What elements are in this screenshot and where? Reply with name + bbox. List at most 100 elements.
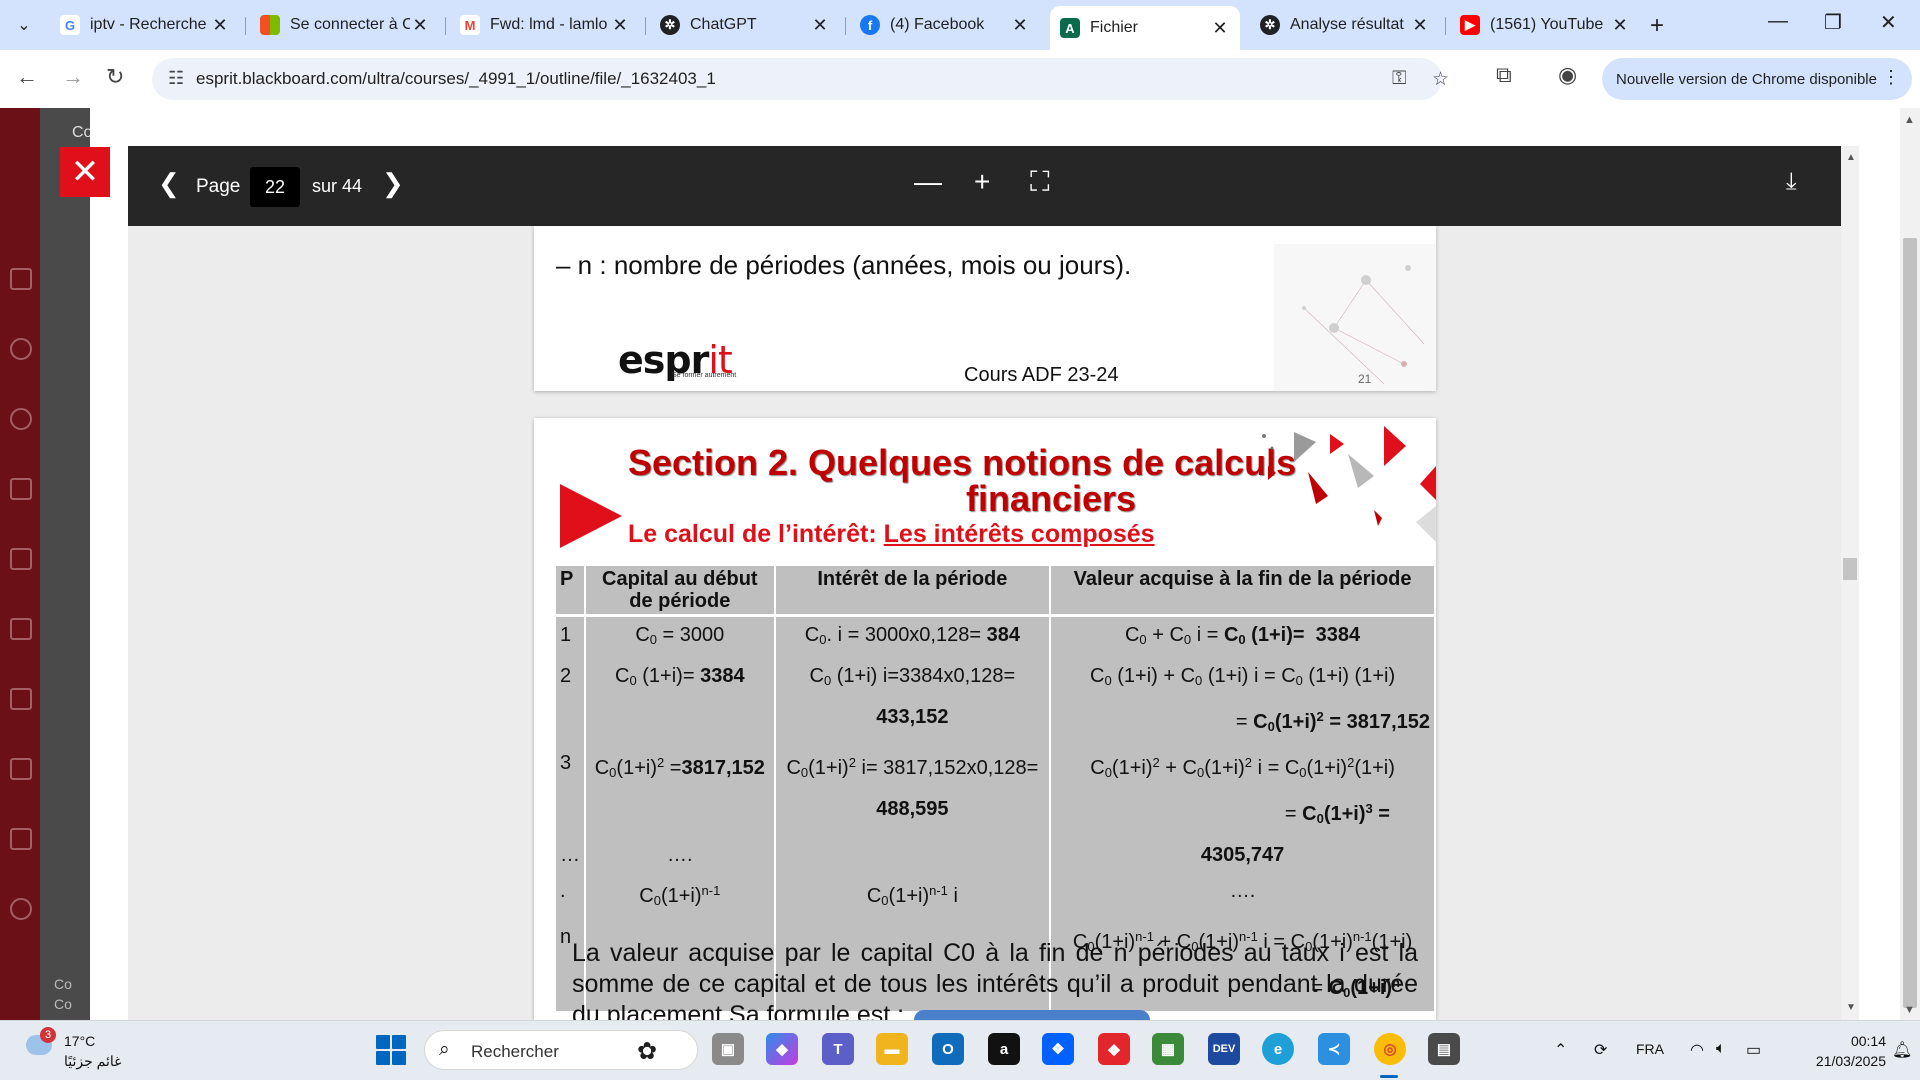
header-interest: Intérêt de la période	[774, 566, 1052, 617]
teams-icon[interactable]: T	[822, 1033, 854, 1065]
notifications-icon[interactable]: 🔔︎	[1892, 1040, 1912, 1060]
site-info-icon[interactable]: ☷	[168, 68, 184, 89]
microsoft-icon	[260, 15, 280, 35]
scroll-down-arrow[interactable]: ▼	[1846, 1002, 1856, 1013]
sync-icon[interactable]: ⟳	[1594, 1040, 1607, 1060]
amazon-icon[interactable]: a	[988, 1033, 1020, 1065]
battery-icon[interactable]: ▭	[1746, 1040, 1761, 1060]
extensions-icon[interactable]: ⧉	[1496, 62, 1512, 88]
clock-time: 00:14	[1850, 1033, 1886, 1049]
tools-icon[interactable]	[10, 758, 32, 780]
tab-gmail[interactable]: M Fwd: lmd - lamlo ✕	[450, 8, 640, 42]
viewer-scroll-thumb[interactable]	[1843, 558, 1857, 580]
profile-avatar[interactable]: ◉	[1558, 62, 1577, 88]
decorative-network-graphic	[1274, 244, 1436, 391]
dropbox-icon[interactable]: ❖	[1042, 1033, 1074, 1065]
page-scroll-thumb[interactable]	[1903, 238, 1917, 1008]
profile-icon[interactable]	[10, 338, 32, 360]
institution-icon[interactable]	[10, 268, 32, 290]
edit-icon[interactable]	[10, 828, 32, 850]
sign-out-icon[interactable]	[10, 898, 32, 920]
vscode-icon[interactable]: ≺	[1318, 1033, 1350, 1065]
forward-button[interactable]: →	[62, 64, 84, 90]
address-bar[interactable]: ☷ esprit.blackboard.com/ultra/courses/_4…	[152, 58, 1449, 100]
header-acquired-value: Valeur acquise à la fin de la période	[1050, 566, 1436, 617]
window-close-button[interactable]: ✕	[1880, 10, 1897, 35]
dev-home-icon[interactable]: DEV	[1208, 1033, 1240, 1065]
red-arrow-decoration	[560, 484, 622, 548]
close-icon[interactable]: ✕	[1410, 15, 1430, 36]
youtube-icon: ▶	[1460, 15, 1480, 35]
next-page-button[interactable]: ❯	[382, 168, 404, 199]
close-icon[interactable]: ✕	[1210, 18, 1230, 39]
task-view-icon[interactable]: ▣	[712, 1033, 744, 1065]
close-icon[interactable]: ✕	[210, 15, 230, 36]
reload-button[interactable]: ↻	[106, 64, 124, 90]
minimize-button[interactable]: —	[1768, 10, 1788, 33]
tab-iptv[interactable]: G iptv - Recherche ✕	[50, 8, 240, 42]
slide-subtitle: Le calcul de l’intérêt: Les intérêts com…	[628, 520, 1155, 549]
close-icon[interactable]: ✕	[1610, 15, 1630, 36]
chrome-icon[interactable]: ◎	[1374, 1033, 1406, 1065]
start-button[interactable]	[376, 1035, 406, 1065]
language-indicator[interactable]: FRA	[1636, 1041, 1664, 1057]
wifi-icon[interactable]: ◠	[1690, 1040, 1704, 1060]
scroll-up-arrow[interactable]: ▲	[1904, 114, 1915, 126]
close-icon[interactable]: ✕	[810, 15, 830, 36]
active-app-indicator	[1380, 1075, 1398, 1078]
file-explorer-icon[interactable]: ▬	[876, 1033, 908, 1065]
system-clock[interactable]: 00:14 21/03/2025	[1786, 1031, 1886, 1071]
course-link-fragment: Co	[54, 996, 72, 1012]
chrome-update-button[interactable]: Nouvelle version de Chrome disponible ⋮	[1602, 58, 1912, 100]
tab-facebook[interactable]: f (4) Facebook ✕	[850, 8, 1040, 42]
close-icon[interactable]: ✕	[610, 15, 630, 36]
scroll-down-arrow[interactable]: ▼	[1904, 1004, 1915, 1016]
tab-chatgpt[interactable]: ✲ ChatGPT ✕	[650, 8, 840, 42]
outlook-icon[interactable]: O	[932, 1033, 964, 1065]
image-viewer-icon[interactable]: ▦	[1152, 1033, 1184, 1065]
courses-icon[interactable]	[10, 478, 32, 500]
clock-date: 21/03/2025	[1815, 1053, 1886, 1069]
scroll-up-arrow[interactable]: ▲	[1846, 152, 1856, 163]
calendar-icon[interactable]	[10, 548, 32, 570]
tab-fichier[interactable]: A Fichier ✕	[1050, 6, 1240, 50]
taskbar-search[interactable]: ⌕ Rechercher ✿	[424, 1030, 698, 1070]
table-row: . C0(1+i)n-1 C0(1+i)n-1 i ….	[556, 873, 1436, 919]
close-icon[interactable]: ✕	[1010, 15, 1030, 36]
gmail-icon: M	[460, 15, 480, 35]
bookmark-star-icon[interactable]: ☆	[1432, 68, 1449, 91]
messages-icon[interactable]	[10, 618, 32, 640]
close-viewer-button[interactable]: ✕	[60, 147, 110, 197]
copilot-icon[interactable]: ◆	[766, 1033, 798, 1065]
page-number-input[interactable]: 22	[250, 167, 300, 207]
zoom-in-button[interactable]: +	[974, 166, 990, 198]
course-link-fragment: Co	[54, 976, 72, 992]
new-tab-button[interactable]: +	[1650, 12, 1664, 40]
course-panel-overlay: Co Co Co	[40, 108, 92, 1020]
tab-microsoft-login[interactable]: Se connecter à C ✕	[250, 8, 440, 42]
slide-title-line-2: financiers	[966, 478, 1137, 519]
fullscreen-button[interactable]: ⛶	[1030, 166, 1050, 199]
previous-page-button[interactable]: ❮	[158, 168, 180, 199]
close-icon[interactable]: ✕	[410, 15, 430, 36]
globe-icon[interactable]	[10, 408, 32, 430]
office-app-icon[interactable]: ◆	[1098, 1033, 1130, 1065]
volume-icon[interactable]: 🔈︎	[1716, 1040, 1726, 1058]
password-key-icon[interactable]: ⚿	[1392, 68, 1406, 90]
back-button[interactable]: ←	[16, 64, 38, 90]
tab-search-button[interactable]: ⌄	[8, 9, 40, 41]
more-menu-icon[interactable]: ⋮	[1882, 67, 1900, 88]
download-button[interactable]: ⤓	[1786, 168, 1797, 196]
calculator-icon[interactable]: ▤	[1428, 1033, 1460, 1065]
edge-icon[interactable]: e	[1262, 1033, 1294, 1065]
zoom-out-button[interactable]: —	[914, 166, 942, 198]
tab-analyse[interactable]: ✲ Analyse résultat ✕	[1250, 8, 1440, 42]
tab-label: Fwd: lmd - lamlo	[490, 16, 608, 33]
show-hidden-icons-chevron[interactable]: ⌃	[1554, 1040, 1567, 1060]
tab-youtube[interactable]: ▶ (1561) YouTube ✕	[1450, 8, 1640, 42]
slide-title-line-1: Section 2. Quelques notions de calculs	[628, 442, 1297, 483]
viewer-scrollbar[interactable]	[1841, 146, 1859, 1020]
grades-icon[interactable]	[10, 688, 32, 710]
restore-button[interactable]: ❐	[1824, 10, 1842, 35]
subtitle-prefix: Le calcul de l’intérêt:	[628, 520, 884, 548]
